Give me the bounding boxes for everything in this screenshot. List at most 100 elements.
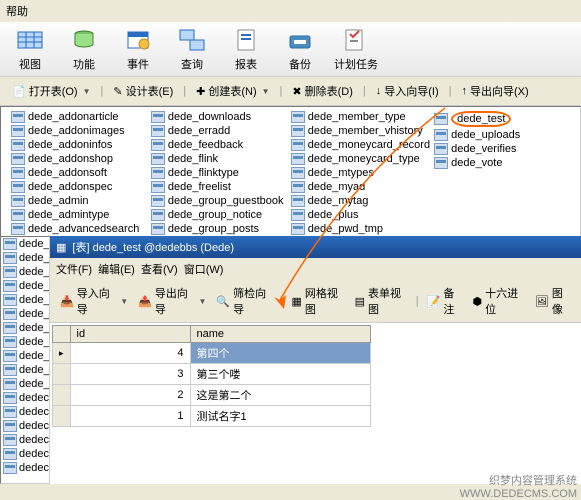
tool-query[interactable]: 查询 — [172, 26, 212, 72]
table-item[interactable]: dede_ — [1, 251, 49, 265]
table-item-dede_group_guestbook[interactable]: dede_group_guestbook — [149, 194, 289, 208]
table-item-dede_flinktype[interactable]: dede_flinktype — [149, 166, 289, 180]
table-item-dede_addonshop[interactable]: dede_addonshop — [9, 152, 149, 166]
table-item-dede_pwd_tmp[interactable]: dede_pwd_tmp — [289, 222, 432, 236]
table-item-dede_addonarticle[interactable]: dede_addonarticle — [9, 110, 149, 124]
table-item[interactable]: dede_ — [1, 335, 49, 349]
table-row[interactable]: 2这是第二个 — [53, 385, 371, 406]
table-item-dede_addoninfos[interactable]: dede_addoninfos — [9, 138, 149, 152]
sub-gridview-button[interactable]: ▦网格视图 — [287, 283, 348, 319]
table-item[interactable]: dedec — [1, 433, 49, 447]
tool-function[interactable]: 功能 — [64, 26, 104, 72]
row-marker[interactable] — [53, 385, 71, 406]
table-item-dede_myad[interactable]: dede_myad — [289, 180, 432, 194]
design-table-button[interactable]: ✎设计表(E) — [109, 81, 177, 101]
table-icon — [3, 322, 17, 334]
table-item[interactable]: dedec — [1, 391, 49, 405]
tool-report[interactable]: 报表 — [226, 26, 266, 72]
table-item-dede_flink[interactable]: dede_flink — [149, 152, 289, 166]
sub-menu-view[interactable]: 查看(V) — [141, 264, 178, 276]
table-item[interactable]: dede_ — [1, 279, 49, 293]
actions-bar: 📄打开表(O)▼ | ✎设计表(E) | ✚创建表(N)▼ | ✖删除表(D) … — [0, 77, 581, 106]
tool-event[interactable]: 事件 — [118, 26, 158, 72]
cell-id[interactable]: 2 — [70, 385, 190, 406]
sub-note-button[interactable]: 📝备注 — [423, 283, 467, 319]
table-item-dede_member_type[interactable]: dede_member_type — [289, 110, 432, 124]
table-item-dede_test[interactable]: dede_test — [432, 110, 572, 128]
table-item[interactable]: dede_ — [1, 293, 49, 307]
table-icon — [11, 111, 25, 123]
table-item[interactable]: dedec — [1, 405, 49, 419]
table-item-dede_erradd[interactable]: dede_erradd — [149, 124, 289, 138]
table-item-dede_addonimages[interactable]: dede_addonimages — [9, 124, 149, 138]
import-wizard-button[interactable]: ↓导入向导(I) — [372, 81, 443, 101]
export-wizard-button[interactable]: ↑导出向导(X) — [458, 81, 533, 101]
table-item-dede_admin[interactable]: dede_admin — [9, 194, 149, 208]
table-item-dede_downloads[interactable]: dede_downloads — [149, 110, 289, 124]
table-item[interactable]: dede_ — [1, 265, 49, 279]
sub-menu-edit[interactable]: 编辑(E) — [98, 264, 135, 276]
table-item-dede_member_vhistory[interactable]: dede_member_vhistory — [289, 124, 432, 138]
table-item[interactable]: dede_ — [1, 307, 49, 321]
table-item[interactable]: dede_ — [1, 321, 49, 335]
delete-table-button[interactable]: ✖删除表(D) — [288, 81, 357, 101]
row-marker[interactable] — [53, 343, 71, 364]
table-item[interactable]: dedec — [1, 447, 49, 461]
sub-hex-button[interactable]: ⬢十六进位 — [469, 283, 529, 319]
table-item[interactable]: dede_ — [1, 377, 49, 391]
table-item-dede_mytag[interactable]: dede_mytag — [289, 194, 432, 208]
table-item-dede_freelist[interactable]: dede_freelist — [149, 180, 289, 194]
cell-id[interactable]: 3 — [70, 364, 190, 385]
sub-export-button[interactable]: 📤导出向导▼ — [134, 283, 210, 319]
col-name[interactable]: name — [190, 326, 370, 343]
table-item[interactable]: dede_ — [1, 363, 49, 377]
table-item-dede_feedback[interactable]: dede_feedback — [149, 138, 289, 152]
cell-name[interactable]: 测试名字1 — [190, 406, 370, 427]
table-item-dede_moneycard_type[interactable]: dede_moneycard_type — [289, 152, 432, 166]
table-item-dede_vote[interactable]: dede_vote — [432, 156, 572, 170]
open-table-button[interactable]: 📄打开表(O)▼ — [8, 81, 95, 101]
sub-import-button[interactable]: 📥导入向导▼ — [56, 283, 132, 319]
row-marker[interactable] — [53, 406, 71, 427]
menu-help[interactable]: 帮助 — [6, 6, 28, 18]
sub-menu-window[interactable]: 窗口(W) — [184, 264, 224, 276]
table-item-dede_uploads[interactable]: dede_uploads — [432, 128, 572, 142]
tool-schedule[interactable]: 计划任务 — [334, 26, 378, 72]
sub-filter-button[interactable]: 🔍筛检向导 — [212, 283, 276, 319]
cell-name[interactable]: 这是第二个 — [190, 385, 370, 406]
sub-menu-file[interactable]: 文件(F) — [56, 264, 92, 276]
table-item-dede_addonspec[interactable]: dede_addonspec — [9, 180, 149, 194]
data-grid[interactable]: id name 4第四个3第三个喽2这是第二个1测试名字1 — [52, 325, 371, 427]
table-item-dede_addonsoft[interactable]: dede_addonsoft — [9, 166, 149, 180]
table-item-dede_moneycard_record[interactable]: dede_moneycard_record — [289, 138, 432, 152]
table-row[interactable]: 1测试名字1 — [53, 406, 371, 427]
create-table-button[interactable]: ✚创建表(N)▼ — [192, 81, 273, 101]
table-icon — [434, 143, 448, 155]
cell-name[interactable]: 第四个 — [190, 343, 370, 364]
table-item[interactable]: dedec — [1, 461, 49, 475]
sub-image-button[interactable]: 🖼图像 — [531, 283, 575, 319]
col-id[interactable]: id — [70, 326, 190, 343]
table-item-dede_group_posts[interactable]: dede_group_posts — [149, 222, 289, 236]
table-row[interactable]: 3第三个喽 — [53, 364, 371, 385]
tool-backup[interactable]: 备份 — [280, 26, 320, 72]
table-row[interactable]: 4第四个 — [53, 343, 371, 364]
table-item[interactable]: dede_ — [1, 349, 49, 363]
cell-id[interactable]: 4 — [70, 343, 190, 364]
table-item-dede_mtypes[interactable]: dede_mtypes — [289, 166, 432, 180]
table-item-dede_admintype[interactable]: dede_admintype — [9, 208, 149, 222]
table-item-dede_advancedsearch[interactable]: dede_advancedsearch — [9, 222, 149, 236]
cell-name[interactable]: 第三个喽 — [190, 364, 370, 385]
table-item-dede_verifies[interactable]: dede_verifies — [432, 142, 572, 156]
sub-formview-button[interactable]: ▤表单视图 — [351, 283, 412, 319]
tool-view[interactable]: 视图 — [10, 26, 50, 72]
table-item-dede_group_notice[interactable]: dede_group_notice — [149, 208, 289, 222]
table-item-dede_plus[interactable]: dede_plus — [289, 208, 432, 222]
row-marker[interactable] — [53, 364, 71, 385]
cell-id[interactable]: 1 — [70, 406, 190, 427]
table-item[interactable]: dede_ — [1, 237, 49, 251]
table-item[interactable]: dedec — [1, 419, 49, 433]
table-icon — [11, 209, 25, 221]
tool-report-label: 报表 — [235, 56, 257, 72]
sub-titlebar[interactable]: ▦ [表] dede_test @dedebbs (Dede) — [50, 236, 581, 258]
